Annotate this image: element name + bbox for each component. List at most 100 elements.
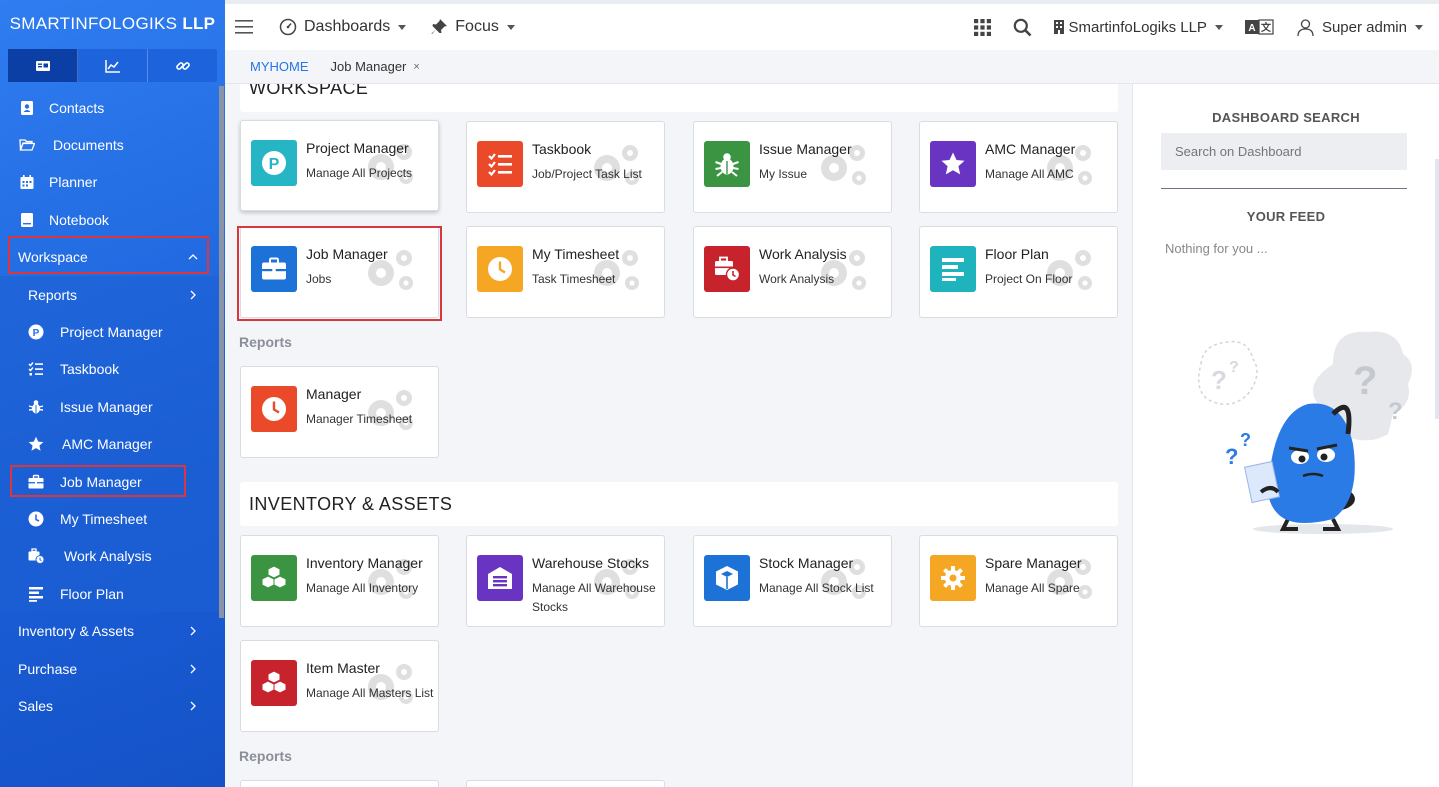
svg-text:?: ? [1211, 365, 1227, 395]
company-selector[interactable]: SmartinfoLogiks LLP [1053, 19, 1223, 36]
sidebar-item-label: Workspace [18, 249, 88, 266]
card-title: Work Analysis [759, 246, 847, 262]
sidebar-item-planner[interactable]: Planner [0, 164, 220, 201]
app-card-work-analysis[interactable]: Work Analysis Work Analysis [693, 226, 892, 318]
sidebar-item-issue-manager[interactable]: Issue Manager [0, 388, 220, 425]
feed-empty-text: Nothing for you ... [1165, 241, 1268, 256]
tab-menu[interactable] [8, 49, 78, 82]
sidebar-item-workspace[interactable]: Workspace [0, 239, 220, 276]
app-card-taskbook[interactable]: Taskbook Job/Project Task List [466, 121, 665, 213]
clock-icon [28, 511, 44, 527]
sidebar-scrollbar[interactable] [219, 86, 224, 618]
card-subtitle: Manage All Warehouse Stocks [532, 581, 656, 614]
language-button[interactable]: A文 [1244, 18, 1275, 36]
sidebar-item-reports[interactable]: Reports [0, 276, 220, 313]
sidebar-item-taskbook[interactable]: Taskbook [0, 351, 220, 388]
id-card-icon [35, 60, 50, 71]
sidebar-item-contacts[interactable]: Contacts [0, 89, 220, 126]
app-card-stock-manager[interactable]: Stock Manager Manage All Stock List [693, 535, 892, 627]
right-panel-scrollbar[interactable] [1435, 159, 1439, 419]
card-subtitle: Manage All AMC [985, 167, 1074, 181]
star-icon [930, 141, 976, 187]
sidebar-item-work-analysis[interactable]: Work Analysis [0, 538, 220, 575]
card-subtitle: Task Timesheet [532, 272, 616, 286]
dashboard-search-title: DASHBOARD SEARCH [1212, 110, 1360, 125]
sidebar-item-job-manager[interactable]: Job Manager [0, 463, 220, 500]
sidebar-tab-bar [8, 49, 217, 82]
sidebar-item-documents[interactable]: Documents [0, 126, 220, 163]
thumbtack-icon [431, 19, 448, 34]
card-subtitle: Job/Project Task List [532, 167, 642, 181]
app-card-spare-manager[interactable]: Spare Manager Manage All Spare [919, 535, 1118, 627]
building-icon [1053, 20, 1064, 34]
sidebar-item-label: Floor Plan [60, 585, 124, 602]
card-title: My Timesheet [532, 246, 620, 262]
svg-text:P: P [33, 328, 40, 339]
card-title: Job Manager [306, 246, 388, 262]
focus-menu[interactable]: Focus [430, 18, 515, 36]
chevron-right-icon [190, 290, 196, 300]
report-card-partial[interactable] [240, 780, 439, 787]
svg-text:?: ? [1225, 444, 1238, 469]
briefcase-icon [251, 246, 297, 292]
tab-links[interactable] [148, 49, 217, 82]
card-subtitle: Jobs [306, 272, 332, 286]
sidebar-item-floor-plan[interactable]: Floor Plan [0, 575, 220, 612]
brand-suffix: LLP [182, 14, 216, 33]
sidebar-item-label: AMC Manager [62, 436, 153, 453]
top-bar-right: SmartinfoLogiks LLP A文 Super admin [973, 4, 1439, 50]
apps-grid-button[interactable] [973, 18, 991, 36]
app-card-project-manager[interactable]: P Project Manager Manage All Projects [240, 120, 439, 211]
breadcrumb-tab-job-manager[interactable]: Job Manager × [331, 59, 420, 74]
sidebar-item-label: My Timesheet [60, 510, 148, 527]
brand-logo[interactable]: SMARTINFOLOGIKS LLP [0, 0, 225, 48]
sidebar-item-sales[interactable]: Sales [0, 687, 220, 724]
app-card-my-timesheet[interactable]: My Timesheet Task Timesheet [466, 226, 665, 318]
chevron-up-icon [188, 254, 198, 260]
card-subtitle: Manage All Spare [985, 581, 1080, 595]
sidebar-item-label: Notebook [49, 211, 109, 228]
app-card-issue-manager[interactable]: Issue Manager My Issue [693, 121, 892, 213]
hamburger-menu-icon[interactable] [235, 19, 255, 35]
app-card-floor-plan[interactable]: Floor Plan Project On Floor [919, 226, 1118, 318]
close-tab-icon[interactable]: × [413, 61, 419, 73]
briefcase-icon [28, 474, 44, 490]
card-title: Project Manager [306, 140, 409, 156]
dashboards-label: Dashboards [304, 18, 391, 35]
sidebar-item-inventory-assets[interactable]: Inventory & Assets [0, 612, 220, 649]
sidebar-item-label: Issue Manager [60, 398, 153, 415]
briefcase-clock-icon [28, 548, 44, 565]
breadcrumb-home[interactable]: MYHOME [250, 59, 309, 74]
sidebar-item-purchase[interactable]: Purchase [0, 650, 220, 687]
dashboard-search-input[interactable] [1161, 133, 1407, 170]
report-card-partial[interactable] [466, 780, 665, 787]
search-button[interactable] [1013, 18, 1032, 37]
section-workspace-header: WORKSPACE [240, 84, 1118, 112]
card-title: AMC Manager [985, 141, 1076, 157]
app-card-inventory-manager[interactable]: Inventory Manager Manage All Inventory [240, 535, 439, 627]
caret-down-icon [506, 24, 515, 30]
dashboards-menu[interactable]: Dashboards [279, 18, 407, 36]
search-icon [1013, 18, 1031, 36]
sidebar-item-project-manager[interactable]: P Project Manager [0, 313, 220, 350]
address-book-icon [19, 100, 35, 116]
section-title: INVENTORY & ASSETS [249, 494, 453, 514]
svg-text:?: ? [1353, 359, 1377, 403]
card-title: Warehouse Stocks [532, 555, 649, 571]
folder-open-icon [19, 137, 35, 153]
sidebar-item-label: Planner [49, 174, 98, 191]
user-name: Super admin [1321, 18, 1407, 36]
app-card-warehouse-stocks[interactable]: Warehouse Stocks Manage All Warehouse Sto… [466, 535, 665, 627]
app-card-job-manager[interactable]: Job Manager Jobs [240, 226, 439, 318]
sidebar-item-my-timesheet[interactable]: My Timesheet [0, 500, 220, 537]
user-menu[interactable]: Super admin [1297, 19, 1423, 36]
card-subtitle: Manager Timesheet [306, 412, 413, 426]
sidebar-item-label: Reports [28, 286, 78, 303]
app-card-amc-manager[interactable]: AMC Manager Manage All AMC [919, 121, 1118, 213]
sidebar-item-notebook[interactable]: Notebook [0, 201, 220, 238]
tab-analytics[interactable] [78, 49, 148, 82]
cubes-icon [251, 555, 297, 601]
app-card-manager[interactable]: Manager Manager Timesheet [240, 366, 439, 458]
sidebar-item-amc-manager[interactable]: AMC Manager [0, 426, 220, 463]
app-card-item-master[interactable]: Item Master Manage All Masters List [240, 640, 439, 732]
